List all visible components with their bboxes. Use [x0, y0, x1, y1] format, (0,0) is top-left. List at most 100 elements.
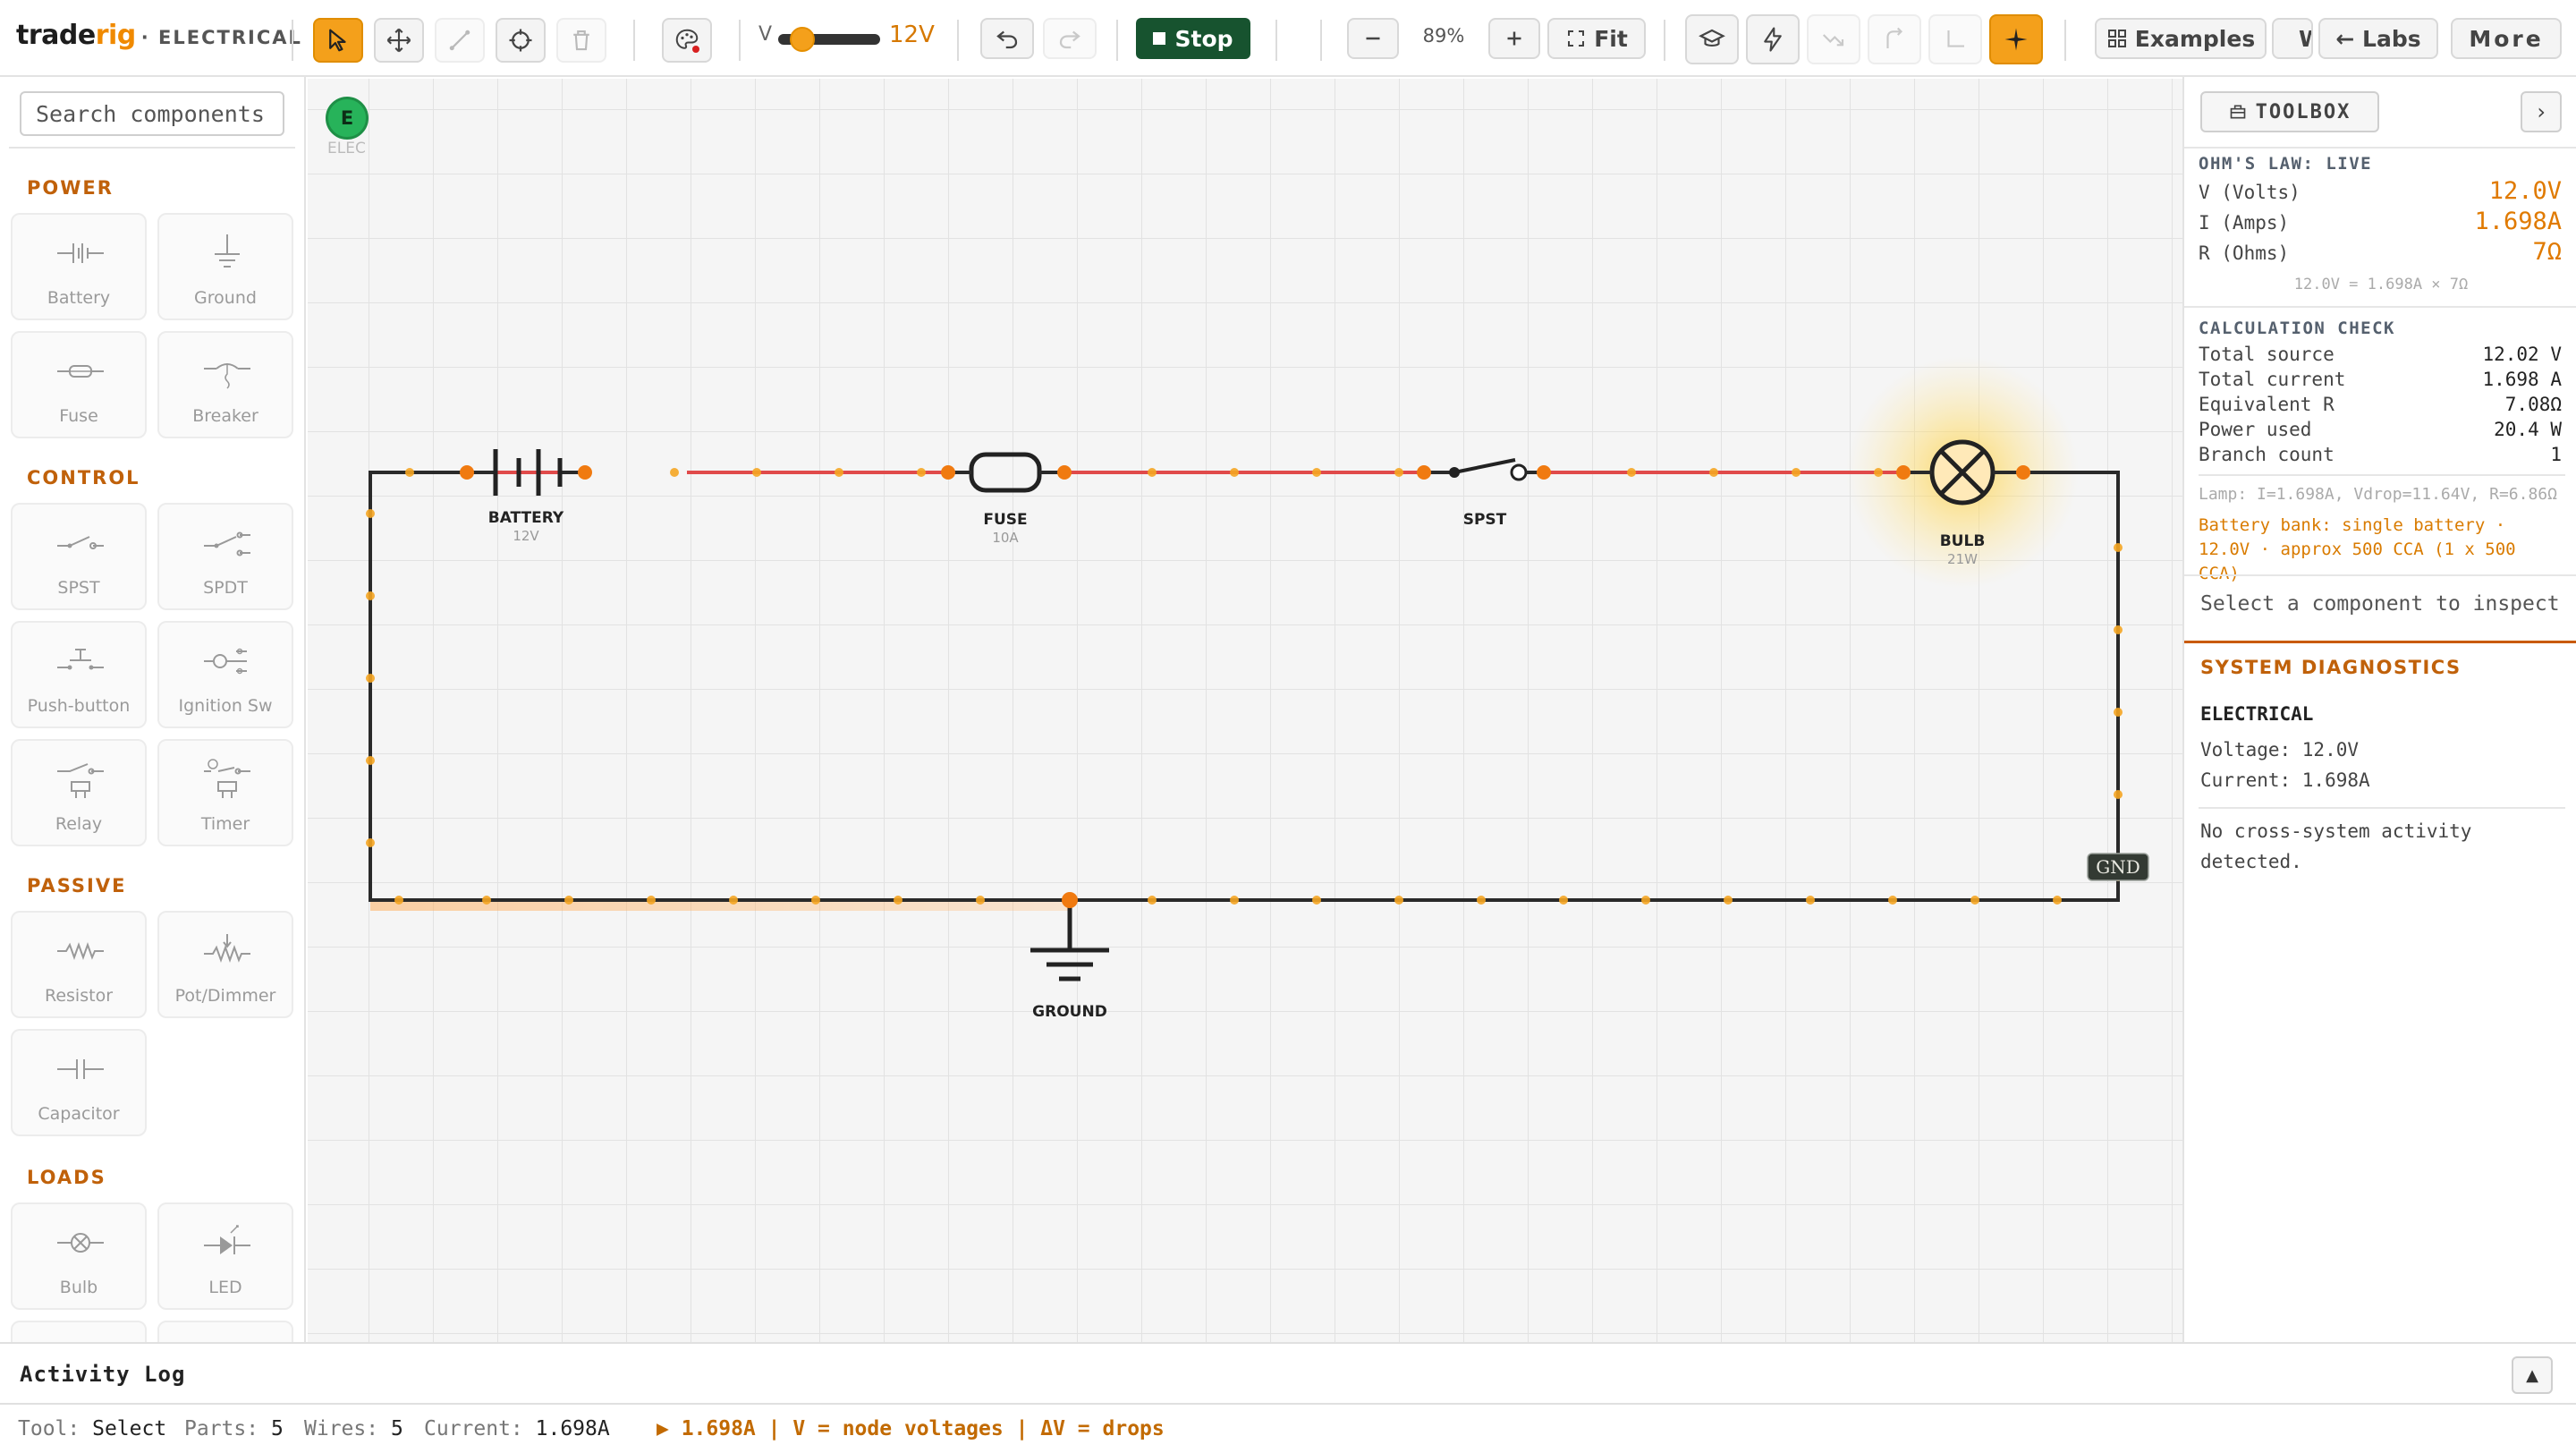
schematic-canvas[interactable]: E ELEC BATTERY 12V FUSE 10A SPST BULB 21… [308, 79, 2182, 1342]
move-tool-button[interactable] [374, 18, 424, 63]
led-symbol-icon [204, 1225, 250, 1254]
undo-button[interactable] [980, 18, 1034, 59]
power-flow-button[interactable] [1746, 14, 1800, 64]
palette-item-relay[interactable]: Relay [11, 739, 147, 846]
collapse-panel-button[interactable]: › [2521, 91, 2562, 132]
activity-log-title: Activity Log [20, 1362, 186, 1387]
fuse-label: FUSE [983, 511, 1027, 529]
component-search-input[interactable] [20, 91, 284, 136]
activity-log-toggle-button[interactable]: ▲ [2512, 1356, 2553, 1394]
palette-item-ignition-switch[interactable]: Ignition Sw [157, 621, 293, 728]
palette-item-spst[interactable]: SPST [11, 503, 147, 610]
status-parts: Parts: 5 [184, 1417, 284, 1440]
status-value: Select [92, 1417, 167, 1440]
activity-log-bar: Activity Log ▲ [0, 1342, 2576, 1405]
status-current: Current: 1.698A [424, 1417, 610, 1440]
ohms-law-key: R (Ohms) [2199, 242, 2290, 264]
examples-button[interactable]: Examples [2095, 18, 2267, 59]
zoom-out-button[interactable] [1347, 18, 1399, 59]
panel-divider [2199, 474, 2565, 476]
trace-route-button[interactable] [1807, 14, 1860, 64]
breaker-symbol-icon [204, 363, 250, 389]
labs-button[interactable]: ← Labs [2318, 18, 2438, 59]
gnd-tag[interactable]: GND [2087, 853, 2149, 881]
palette-item-led[interactable]: LED [157, 1202, 293, 1310]
brand-name: trade [16, 20, 96, 51]
palette-item-more[interactable] [157, 1321, 293, 1342]
top-toolbar: trade rig · ELECTRICAL V 12V Stop 89% Fi… [0, 0, 2576, 77]
palette-item-capacitor[interactable]: Capacitor [11, 1029, 147, 1136]
circuit-diagram: BATTERY 12V FUSE 10A SPST BULB 21W GROUN… [366, 356, 2149, 1021]
probe-tool-button[interactable] [496, 18, 546, 63]
ground-symbol-icon [215, 234, 240, 268]
brand-section: · ELECTRICAL [140, 27, 302, 48]
voltage-slider-thumb[interactable] [789, 27, 815, 52]
w-menu-button[interactable]: W [2272, 18, 2313, 59]
push-button-icon [57, 649, 104, 670]
relay-icon [57, 763, 104, 798]
calc-equivalent-r: Equivalent R 7.08Ω [2199, 394, 2562, 415]
palette-item-label: Bulb [59, 1278, 98, 1297]
redo-button[interactable] [1043, 18, 1097, 59]
select-tool-button[interactable] [313, 18, 363, 63]
ohms-law-title: OHM'S LAW: LIVE [2199, 154, 2373, 174]
calc-branch-count: Branch count 1 [2199, 444, 2562, 465]
toolbar-divider [1664, 20, 1665, 61]
gnd-tag-label: GND [2096, 856, 2140, 878]
palette-item-fuse[interactable]: Fuse [11, 331, 147, 438]
terminal-nodes[interactable] [460, 465, 2030, 908]
current-flow-dots [366, 468, 2123, 905]
labs-label: ← Labs [2335, 25, 2421, 52]
fuse-component[interactable] [948, 452, 1064, 493]
palette-item-timer[interactable]: Timer [157, 739, 293, 846]
live-readout: ▶ 1.698A | V = node voltages | ΔV = drop… [657, 1417, 1165, 1440]
palette-item-potentiometer[interactable]: Pot/Dimmer [157, 911, 293, 1018]
timer-icon [204, 759, 250, 798]
ohms-law-ohms: R (Ohms) 7Ω [2199, 238, 2562, 267]
zoom-in-button[interactable] [1488, 18, 1540, 59]
toolbox-icon [2230, 105, 2245, 119]
palette-item-more[interactable] [11, 1321, 147, 1342]
calc-key: Power used [2199, 419, 2312, 440]
fit-view-button[interactable]: Fit [1547, 18, 1646, 59]
bulb-label: BULB [1940, 532, 1986, 550]
sidebar-divider [9, 147, 295, 149]
delete-button[interactable] [556, 18, 606, 63]
rotate-button[interactable] [1868, 14, 1921, 64]
ignition-switch-icon [204, 648, 247, 675]
ground-component[interactable] [1030, 900, 1109, 981]
theme-palette-button[interactable] [662, 18, 712, 63]
palette-item-push-button[interactable]: Push-button [11, 621, 147, 728]
panel-divider [2184, 574, 2576, 576]
category-power: POWER [27, 177, 114, 199]
more-menu-button[interactable]: More [2451, 18, 2562, 59]
spst-switch-component[interactable] [1424, 458, 1544, 481]
palette-item-breaker[interactable]: Breaker [157, 331, 293, 438]
palette-item-resistor[interactable]: Resistor [11, 911, 147, 1018]
learn-mode-button[interactable] [1685, 14, 1739, 64]
toolbar-divider [292, 20, 293, 61]
palette-item-bulb[interactable]: Bulb [11, 1202, 147, 1310]
wire-tool-button[interactable] [435, 18, 485, 63]
fuse-symbol-icon [57, 365, 104, 378]
snap-toggle-button[interactable] [1989, 14, 2043, 64]
return-wire[interactable] [369, 471, 2120, 902]
calc-value: 1.698 A [2482, 369, 2562, 390]
calc-key: Total source [2199, 344, 2334, 365]
stop-simulation-button[interactable]: Stop [1136, 18, 1250, 59]
status-key: Wires: [304, 1417, 379, 1440]
status-key: Current: [424, 1417, 523, 1440]
palette-item-spdt[interactable]: SPDT [157, 503, 293, 610]
palette-item-label: Timer [200, 814, 250, 834]
palette-item-label: Push-button [27, 696, 131, 716]
palette-item-label: Resistor [45, 986, 113, 1006]
palette-item-label: Breaker [192, 406, 258, 426]
voltage-label: V [758, 23, 773, 46]
toolbar-divider [1116, 20, 1118, 61]
palette-item-ground[interactable]: Ground [157, 213, 293, 320]
toolbox-button[interactable]: TOOLBOX [2200, 91, 2379, 132]
chevron-up-icon: ▲ [2526, 1365, 2538, 1385]
palette-item-battery[interactable]: Battery [11, 213, 147, 320]
corner-wire-button[interactable] [1928, 14, 1982, 64]
palette-item-label: SPDT [203, 578, 248, 598]
